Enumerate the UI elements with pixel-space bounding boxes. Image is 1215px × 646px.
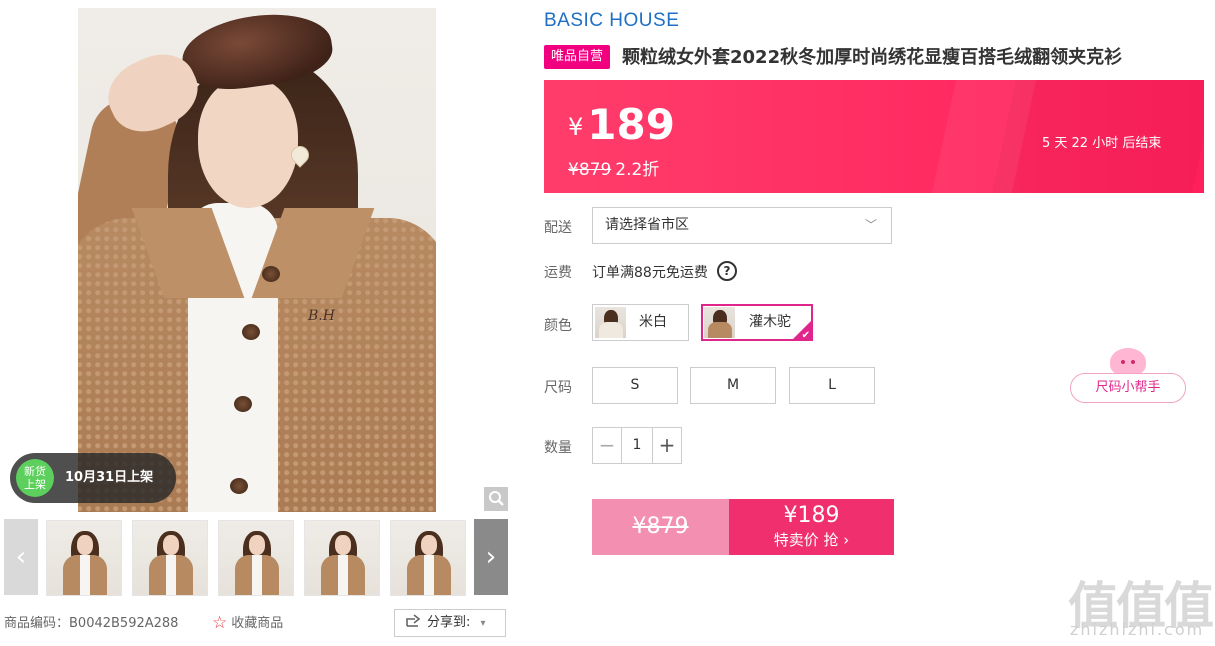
main-product-image[interactable]: B.H	[78, 8, 436, 512]
freight-text: 订单满88元免运费	[592, 265, 708, 281]
thumb-prev-button[interactable]: ‹	[4, 519, 38, 595]
coat-button	[230, 478, 248, 494]
coat-button	[262, 266, 280, 282]
color-option-camel[interactable]: 灌木驼 ✔	[701, 304, 813, 341]
vip-self-run-tag: 唯品自营	[544, 45, 610, 69]
star-icon: ☆	[212, 613, 228, 633]
chevron-right-icon: ›	[485, 542, 497, 572]
increase-button[interactable]: +	[652, 428, 681, 463]
color-option-beige[interactable]: 米白	[592, 304, 689, 341]
buy-label: 特卖价 抢 ›	[773, 531, 850, 549]
coat-button	[242, 324, 260, 340]
decrease-button[interactable]: −	[593, 428, 622, 463]
share-label: 分享到:	[427, 615, 471, 630]
product-code: 商品编码：B0042B592A288	[4, 616, 179, 631]
badge-line-2: 上架	[24, 478, 46, 491]
buy-sale-price: ¥189	[783, 503, 840, 528]
quantity-label: 数量	[544, 440, 572, 456]
thumbnail[interactable]	[46, 520, 122, 596]
new-arrival-badge: 新货 上架 10月31日上架	[10, 453, 176, 503]
buy-button[interactable]: ¥879 ¥189 特卖价 抢 ›	[592, 499, 894, 555]
magnifier-icon	[489, 491, 504, 506]
chevron-right-icon: ›	[843, 531, 850, 549]
size-label: 尺码	[544, 380, 572, 396]
thumbnail[interactable]	[218, 520, 294, 596]
badge-line-1: 新货	[24, 465, 46, 478]
color-swatch	[595, 307, 626, 338]
buy-original-price: ¥879	[592, 499, 729, 555]
product-title: 颗粒绒女外套2022秋冬加厚时尚绣花显瘦百搭毛绒翻领夹克衫	[622, 47, 1123, 68]
share-button[interactable]: 分享到: ▾	[394, 609, 506, 637]
freight-label: 运费	[544, 265, 572, 281]
quantity-stepper: − 1 +	[592, 427, 682, 464]
quantity-value[interactable]: 1	[621, 428, 653, 463]
discount-rate: 2.2折	[615, 160, 660, 180]
caret-down-icon: ▾	[480, 618, 486, 629]
sale-price: ¥189	[568, 100, 675, 149]
currency-symbol: ¥	[568, 113, 584, 141]
coat-button	[234, 396, 252, 412]
brand-link[interactable]: BASIC HOUSE	[544, 10, 679, 32]
mascot-icon	[1110, 348, 1146, 376]
sale-price-value: 189	[587, 100, 675, 149]
new-arrival-circle: 新货 上架	[16, 459, 54, 497]
thumbnail[interactable]	[304, 520, 380, 596]
color-name: 米白	[639, 314, 667, 330]
original-price-row: ¥879 2.2折	[568, 155, 659, 180]
chevron-left-icon: ‹	[15, 542, 27, 572]
size-option-m[interactable]: M	[690, 367, 776, 404]
original-price: ¥879	[568, 160, 612, 180]
chevron-down-icon: ﹀	[864, 218, 877, 232]
favorite-label: 收藏商品	[231, 616, 284, 631]
size-helper-button[interactable]: 尺码小帮手	[1070, 373, 1186, 403]
color-label: 颜色	[544, 318, 572, 334]
model-face	[198, 78, 298, 208]
region-select[interactable]: 请选择省市区 ﹀	[592, 207, 892, 244]
countdown-timer: 5 天 22 小时 后结束	[1042, 136, 1162, 151]
size-option-s[interactable]: S	[592, 367, 678, 404]
color-name: 灌木驼	[749, 314, 791, 330]
favorite-button[interactable]: ☆ 收藏商品	[212, 612, 283, 633]
thumb-next-button[interactable]: ›	[474, 519, 508, 595]
check-icon: ✔	[801, 330, 810, 341]
zoom-button[interactable]	[484, 487, 508, 511]
watermark-url: zhizhizhi.com	[1070, 620, 1205, 639]
region-select-value: 请选择省市区	[605, 217, 689, 233]
arrival-date-text: 10月31日上架	[65, 470, 154, 485]
price-banner: ¥189 ¥879 2.2折 5 天 22 小时 后结束	[544, 80, 1204, 193]
thumbnail[interactable]	[390, 520, 466, 596]
help-icon[interactable]: ?	[717, 261, 737, 281]
thumbnail[interactable]	[132, 520, 208, 596]
size-option-l[interactable]: L	[789, 367, 875, 404]
coat-embroidery: B.H	[308, 308, 335, 324]
buy-sale-section: ¥189 特卖价 抢 ›	[729, 499, 894, 555]
share-icon	[406, 614, 421, 627]
color-swatch	[704, 307, 735, 338]
shipping-label: 配送	[544, 220, 572, 236]
